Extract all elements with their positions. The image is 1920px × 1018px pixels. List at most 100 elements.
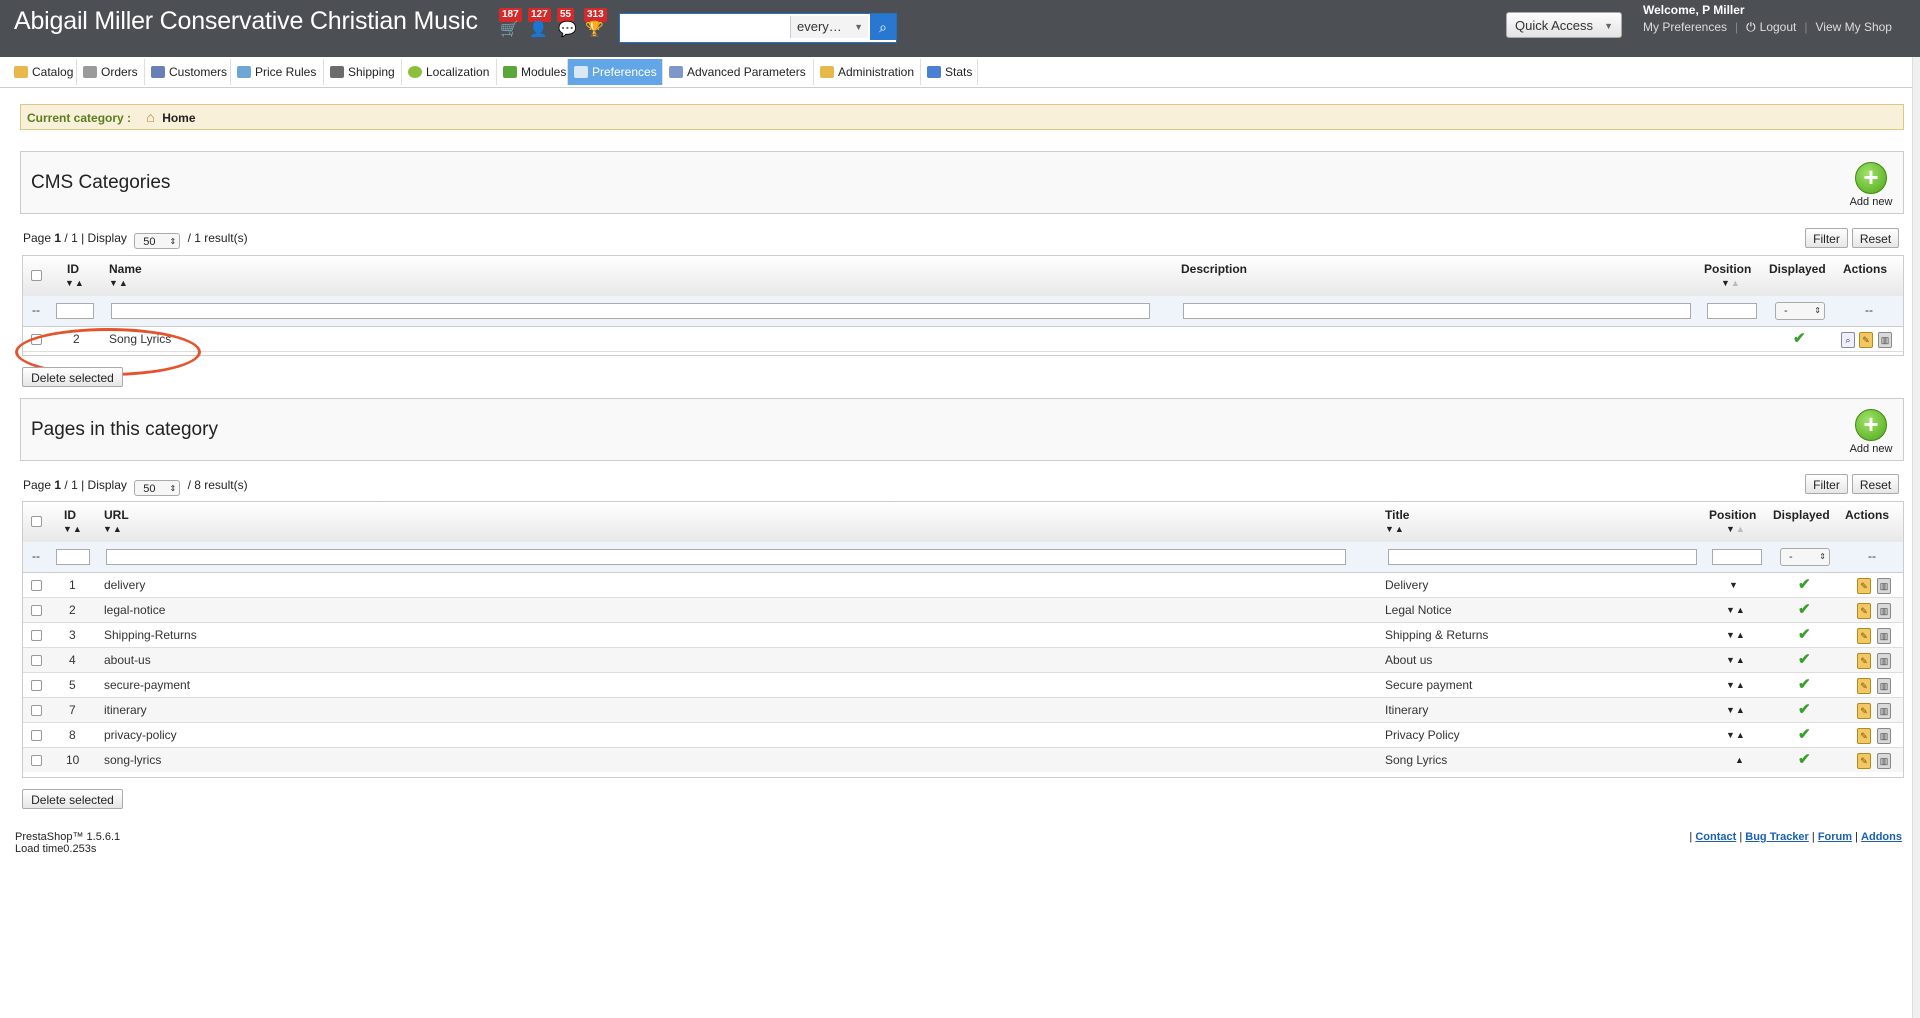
page-title[interactable]: Privacy Policy [1385,723,1460,747]
add-new-page-button[interactable]: + Add new [1847,409,1895,455]
row-checkbox[interactable] [31,605,42,616]
table-row[interactable]: 2 legal-notice Legal Notice ▼▲ ✔ ✎ ▥ [23,598,1903,623]
pages-filter-button[interactable]: Filter [1805,474,1848,494]
quick-access-dropdown[interactable]: Quick Access ▼ [1506,12,1622,38]
pages-per-page-select[interactable]: 50 ⇕ [134,480,181,496]
displayed-check-icon[interactable]: ✔ [1798,648,1811,672]
tab-localization[interactable]: Localization [402,59,497,85]
tab-orders[interactable]: Orders [77,59,145,85]
view-icon[interactable]: ⌕ [1841,332,1855,348]
page-title[interactable]: Itinerary [1385,698,1428,722]
categories-reset-button[interactable]: Reset [1852,228,1899,248]
vertical-scrollbar[interactable] [1912,57,1920,1018]
delete-icon[interactable]: ▥ [1877,578,1891,594]
filter-position-input[interactable] [1712,549,1762,565]
customers-notification[interactable]: 127 👤 [526,8,552,38]
delete-icon[interactable]: ▥ [1878,332,1892,348]
page-url[interactable]: about-us [104,648,151,672]
forum-link[interactable]: Forum [1818,831,1852,843]
select-all-checkbox[interactable] [31,270,42,281]
row-checkbox[interactable] [31,705,42,716]
table-row[interactable]: 2 Song Lyrics ✔ ⌕ ✎ ▥ [23,327,1903,352]
displayed-check-icon[interactable]: ✔ [1798,573,1811,597]
sort-id-arrows[interactable]: ▼▲ [65,278,85,288]
delete-icon[interactable]: ▥ [1877,653,1891,669]
sort-url-arrows[interactable]: ▼▲ [103,524,123,534]
page-title[interactable]: Shipping & Returns [1385,623,1488,647]
sort-id-arrows[interactable]: ▼▲ [63,524,83,534]
tab-preferences[interactable]: Preferences [568,59,663,85]
displayed-check-icon[interactable]: ✔ [1798,623,1811,647]
tab-advanced-parameters[interactable]: Advanced Parameters [663,59,814,85]
table-row[interactable]: 5 secure-payment Secure payment ▼▲ ✔ ✎ ▥ [23,673,1903,698]
page-url[interactable]: delivery [104,573,145,597]
row-checkbox[interactable] [31,630,42,641]
table-row[interactable]: 8 privacy-policy Privacy Policy ▼▲ ✔ ✎ ▥ [23,723,1903,748]
position-arrows[interactable]: ▼▲ [1726,598,1746,622]
filter-id-input[interactable] [56,303,94,319]
sort-position-arrows[interactable]: ▼▲ [1721,278,1741,288]
delete-icon[interactable]: ▥ [1877,603,1891,619]
categories-per-page-select[interactable]: 50 ⇕ [134,233,181,249]
page-title[interactable]: Legal Notice [1385,598,1452,622]
delete-icon[interactable]: ▥ [1877,703,1891,719]
displayed-check-icon[interactable]: ✔ [1798,598,1811,622]
position-arrows[interactable]: ▼▲ [1726,623,1746,647]
table-row[interactable]: 7 itinerary Itinerary ▼▲ ✔ ✎ ▥ [23,698,1903,723]
position-arrows[interactable]: ▼▲ [1726,673,1746,697]
filter-position-input[interactable] [1707,303,1757,319]
filter-url-input[interactable] [106,549,1346,565]
add-new-category-button[interactable]: + Add new [1847,162,1895,208]
select-all-checkbox[interactable] [31,516,42,527]
shop-title[interactable]: Abigail Miller Conservative Christian Mu… [14,7,478,36]
edit-icon[interactable]: ✎ [1857,728,1871,744]
row-checkbox[interactable] [31,730,42,741]
tab-customers[interactable]: Customers [145,59,231,85]
filter-title-input[interactable] [1388,549,1697,565]
edit-icon[interactable]: ✎ [1857,678,1871,694]
position-arrows[interactable]: ▼▲ [1726,723,1746,747]
filter-id-input[interactable] [56,549,90,565]
breadcrumb-home[interactable]: Home [162,111,195,125]
page-url[interactable]: privacy-policy [104,723,177,747]
table-row[interactable]: 10 song-lyrics Song Lyrics ▲ ✔ ✎ ▥ [23,748,1903,772]
edit-icon[interactable]: ✎ [1857,603,1871,619]
tab-stats[interactable]: Stats [921,59,978,85]
edit-icon[interactable]: ✎ [1857,753,1871,769]
delete-icon[interactable]: ▥ [1877,628,1891,644]
page-url[interactable]: legal-notice [104,598,165,622]
filter-displayed-select[interactable]: - ⇕ [1775,302,1825,320]
page-url[interactable]: itinerary [104,698,147,722]
row-checkbox[interactable] [31,755,42,766]
bug-tracker-link[interactable]: Bug Tracker [1745,831,1809,843]
sort-name-arrows[interactable]: ▼▲ [109,278,129,288]
edit-icon[interactable]: ✎ [1857,653,1871,669]
sort-position-arrows[interactable]: ▼▲ [1726,524,1746,534]
edit-icon[interactable]: ✎ [1857,628,1871,644]
orders-notification[interactable]: 187 🛒 [497,8,523,38]
tab-catalog[interactable]: Catalog [8,59,77,85]
page-title[interactable]: Secure payment [1385,673,1472,697]
filter-name-input[interactable] [111,303,1150,319]
delete-icon[interactable]: ▥ [1877,678,1891,694]
page-title[interactable]: Delivery [1385,573,1428,597]
table-row[interactable]: 3 Shipping-Returns Shipping & Returns ▼▲… [23,623,1903,648]
search-button[interactable]: ⌕ [870,14,896,40]
displayed-check-icon[interactable]: ✔ [1793,327,1806,351]
my-preferences-link[interactable]: My Preferences [1643,20,1727,34]
tab-administration[interactable]: Administration [814,59,921,85]
delete-icon[interactable]: ▥ [1877,753,1891,769]
position-arrows[interactable]: ▼▲ [1726,698,1746,722]
table-row[interactable]: 4 about-us About us ▼▲ ✔ ✎ ▥ [23,648,1903,673]
filter-description-input[interactable] [1183,303,1691,319]
tab-shipping[interactable]: Shipping [324,59,402,85]
filter-displayed-select[interactable]: - ⇕ [1780,548,1830,566]
displayed-check-icon[interactable]: ✔ [1798,698,1811,722]
page-url[interactable]: secure-payment [104,673,190,697]
displayed-check-icon[interactable]: ✔ [1798,748,1811,772]
delete-selected-categories-button[interactable]: Delete selected [22,367,123,387]
delete-icon[interactable]: ▥ [1877,728,1891,744]
page-url[interactable]: song-lyrics [104,748,161,772]
row-checkbox[interactable] [31,655,42,666]
position-arrows[interactable]: ▼ [1729,573,1739,597]
